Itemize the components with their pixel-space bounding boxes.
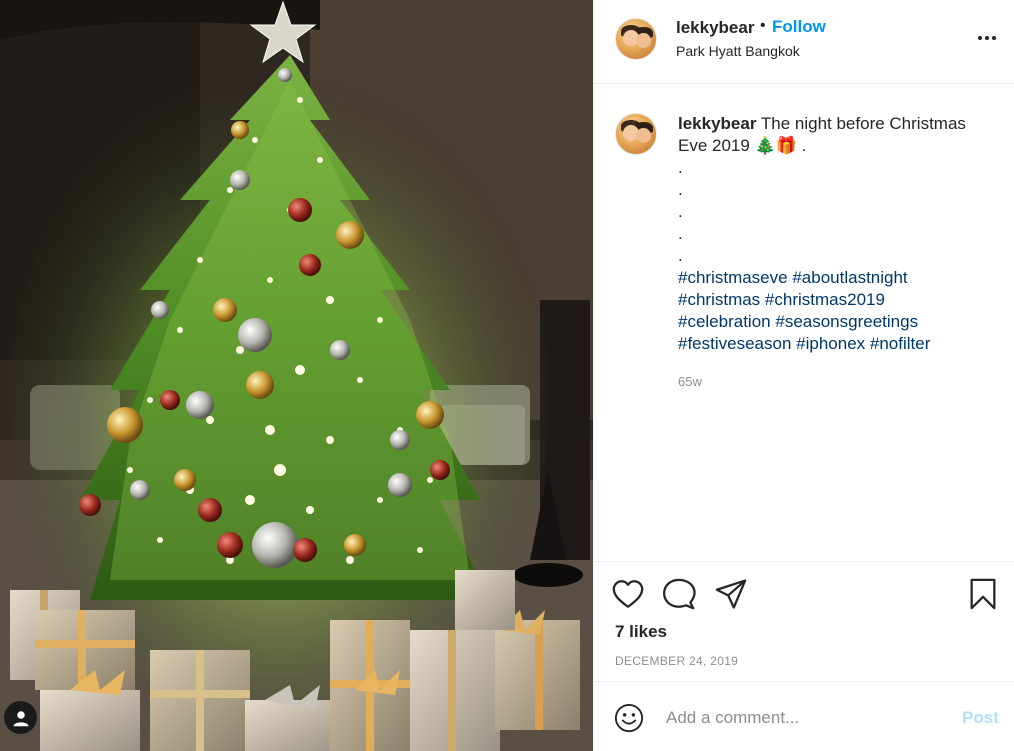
caption-text: lekkybear The night before Christmas Eve… bbox=[678, 113, 998, 355]
hashtag-link[interactable]: #celebration bbox=[678, 312, 771, 331]
hashtag-link[interactable]: #christmas2019 bbox=[765, 290, 885, 309]
hashtags: #christmaseve #aboutlastnight #christmas… bbox=[678, 267, 998, 355]
caption-dot: . bbox=[678, 202, 683, 221]
comment-box: Post bbox=[594, 681, 1014, 751]
post-photo[interactable] bbox=[0, 0, 593, 751]
username-link[interactable]: lekkybear bbox=[676, 18, 754, 38]
tagged-user-button[interactable] bbox=[4, 701, 37, 734]
likes-count[interactable]: 7 likes bbox=[615, 622, 667, 642]
hashtag-link[interactable]: #nofilter bbox=[870, 334, 930, 353]
hashtag-link[interactable]: #festiveseason bbox=[678, 334, 791, 353]
post-comment-button[interactable]: Post bbox=[962, 708, 999, 728]
caption-dot: . bbox=[678, 180, 683, 199]
caption-avatar[interactable] bbox=[615, 113, 657, 155]
share-icon[interactable] bbox=[714, 577, 748, 611]
caption-dot: . bbox=[678, 246, 683, 265]
caption-dots: . . . . . bbox=[678, 157, 998, 267]
hashtag-link[interactable]: #christmas bbox=[678, 290, 760, 309]
more-options-icon[interactable] bbox=[972, 25, 1002, 51]
emoji-icon[interactable] bbox=[614, 703, 644, 733]
follow-button[interactable]: Follow bbox=[772, 17, 826, 37]
tagged-user-icon bbox=[13, 710, 28, 726]
hashtag-link[interactable]: #aboutlastnight bbox=[792, 268, 907, 287]
post-actions: 7 likes DECEMBER 24, 2019 bbox=[594, 561, 1014, 681]
hashtag-link[interactable]: #iphonex bbox=[796, 334, 865, 353]
hashtag-link[interactable]: #seasonsgreetings bbox=[775, 312, 918, 331]
avatar[interactable] bbox=[615, 18, 657, 60]
christmas-tree-image bbox=[0, 0, 593, 751]
caption-username[interactable]: lekkybear bbox=[678, 114, 756, 133]
caption-dot: . bbox=[678, 158, 683, 177]
caption-dot: . bbox=[678, 224, 683, 243]
caption-area: lekkybear The night before Christmas Eve… bbox=[594, 85, 1014, 561]
post-header: lekkybear • Follow Park Hyatt Bangkok bbox=[594, 0, 1014, 84]
separator-dot: • bbox=[760, 17, 766, 34]
caption-time-ago[interactable]: 65w bbox=[678, 374, 702, 389]
bookmark-icon[interactable] bbox=[966, 577, 1000, 611]
comment-icon[interactable] bbox=[662, 577, 696, 611]
hashtag-link[interactable]: #christmaseve bbox=[678, 268, 788, 287]
comment-input[interactable] bbox=[664, 704, 938, 732]
post-date[interactable]: DECEMBER 24, 2019 bbox=[615, 654, 738, 668]
location-link[interactable]: Park Hyatt Bangkok bbox=[676, 43, 800, 59]
post-sidebar: lekkybear • Follow Park Hyatt Bangkok le… bbox=[593, 0, 1014, 751]
heart-icon[interactable] bbox=[611, 577, 645, 611]
